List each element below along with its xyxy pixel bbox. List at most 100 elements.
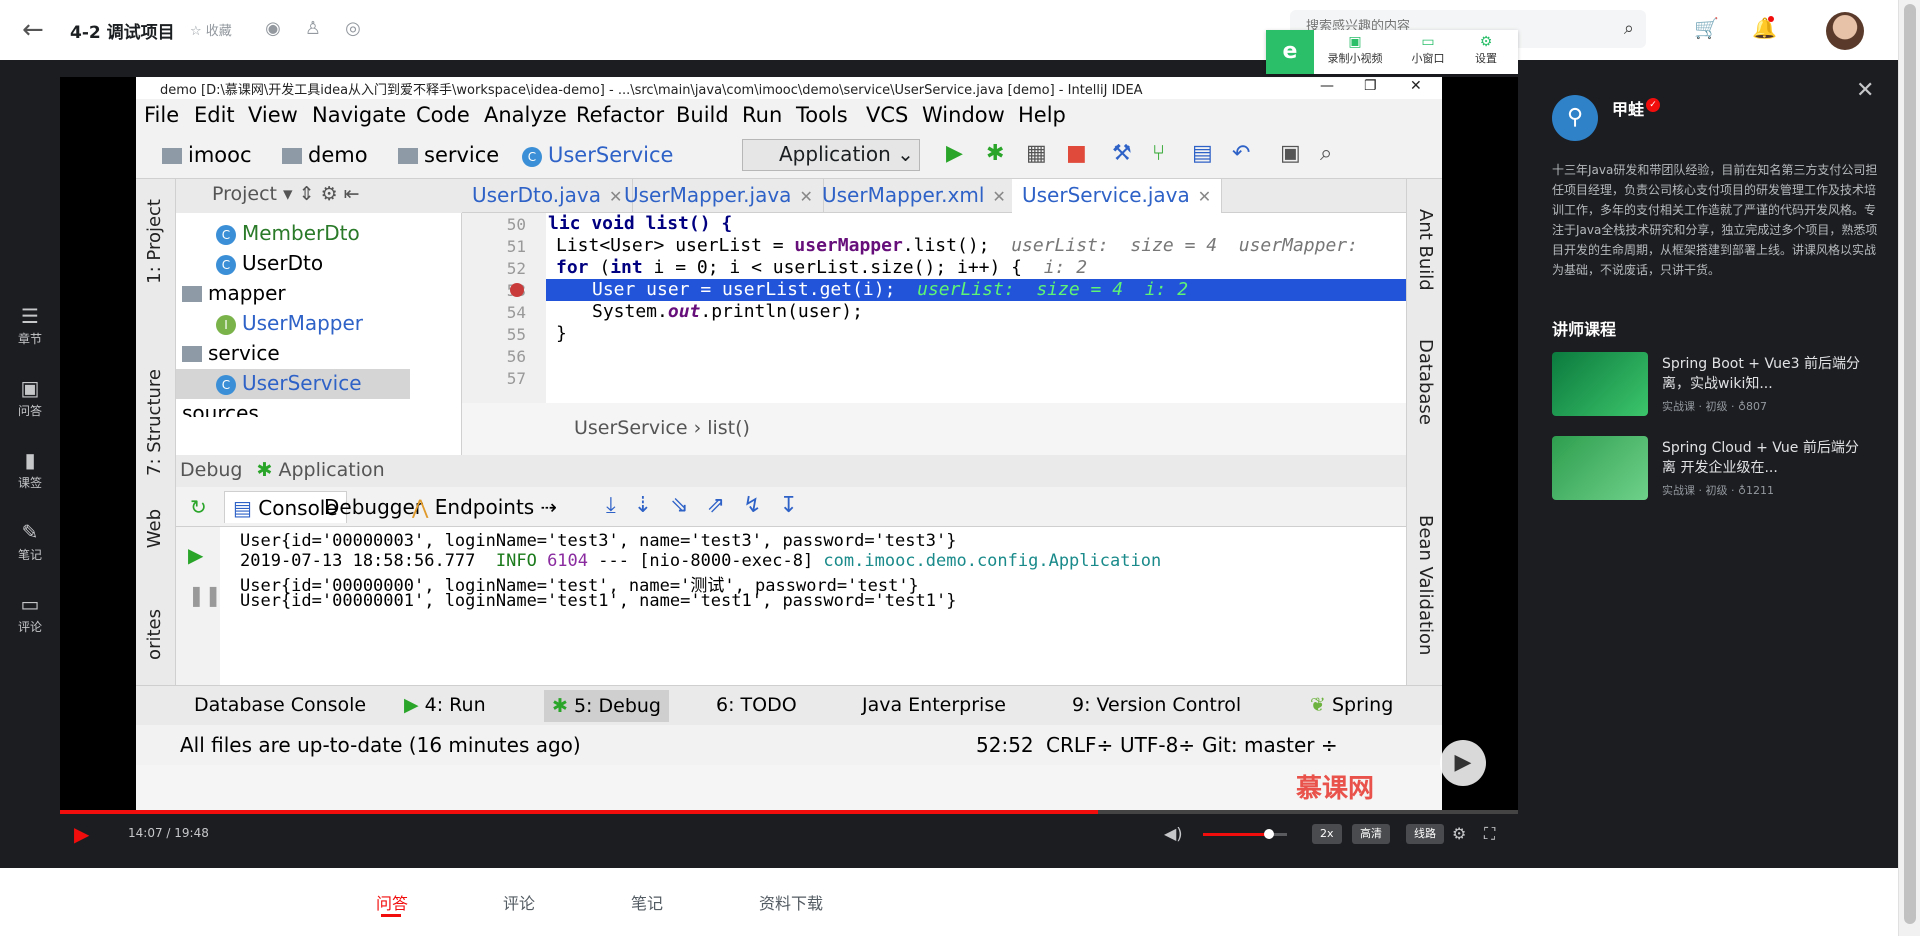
volume-fill: [1203, 833, 1269, 836]
interface-icon: I: [216, 315, 236, 335]
pause-icon: ❚❚: [188, 583, 222, 607]
tool-database: Database: [1415, 339, 1436, 425]
crumb-imooc: imooc: [162, 143, 252, 167]
sidebar-close-icon[interactable]: ✕: [1856, 78, 1874, 103]
rail-label: 课签: [17, 476, 42, 490]
menu-run: Run: [742, 103, 783, 127]
tool-debug: ✱ 5: Debug: [544, 690, 669, 722]
code-line-50: lic void list() {: [548, 213, 732, 234]
user-avatar[interactable]: [1826, 12, 1864, 50]
settings-icon[interactable]: ⚙: [1452, 824, 1466, 843]
scroll-thumb[interactable]: [1904, 4, 1916, 924]
left-rail: ☰ 章节 ▣ 问答 ▮ 课签 ✎ 笔记 ▭ 评论: [0, 60, 60, 868]
weibo-share-icon[interactable]: ◎: [342, 18, 364, 40]
layout-icon: ▣: [1280, 141, 1301, 166]
line-number: 54: [506, 303, 526, 322]
volume-knob[interactable]: [1263, 829, 1274, 839]
rail-label: 章节: [17, 332, 42, 346]
course-card[interactable]: Spring Cloud + Vue 前后端分离 开发企业级在... 实战课 ·…: [1552, 436, 1878, 500]
course-card[interactable]: Spring Boot + Vue3 前后端分离，实战wiki知... 实战课 …: [1552, 352, 1878, 416]
tab-endpoints: ⋀ Endpoints ⇢: [412, 495, 558, 519]
rail-bookmarks[interactable]: ▮ 课签: [0, 448, 60, 491]
recorder-logo-icon: e: [1266, 30, 1314, 74]
rail-chapters[interactable]: ☰ 章节: [0, 304, 60, 347]
volume-icon[interactable]: ◀): [1164, 824, 1183, 843]
record-video-button[interactable]: ▣ 录制小视频: [1322, 34, 1388, 66]
console-output: User{id='00000003', loginName='test3', n…: [220, 527, 1406, 685]
volume-slider[interactable]: [1203, 829, 1287, 839]
lesson-title: 4-2 调试项目: [70, 23, 175, 43]
debug-icon: ✱: [986, 141, 1005, 166]
fullscreen-icon[interactable]: ⛶: [1484, 824, 1495, 844]
rail-comments[interactable]: ▭ 评论: [0, 592, 60, 635]
menu-window: Window: [922, 103, 1005, 127]
line-button[interactable]: 线路: [1406, 824, 1444, 844]
cursor-position: 52:52: [976, 733, 1034, 757]
debug-label: Debug: [180, 459, 243, 481]
debug-config-label: Application: [278, 459, 385, 481]
tab-qa[interactable]: 问答: [376, 890, 408, 914]
folder-icon: [282, 148, 302, 164]
quality-button[interactable]: 高清: [1352, 824, 1390, 844]
cart-icon[interactable]: 🛒: [1694, 16, 1719, 40]
tab-comments[interactable]: 评论: [503, 890, 535, 914]
imooc-watermark: 慕课网: [1296, 774, 1375, 804]
menu-view: View: [248, 103, 298, 127]
code-line-53: User user = userList.get(i); userList: s…: [592, 279, 1188, 300]
speed-button[interactable]: 2x: [1312, 824, 1342, 844]
line-number: 57: [506, 369, 526, 388]
inline-debug-hint: i: 2: [1043, 257, 1088, 278]
verified-badge-icon: ✓: [1646, 98, 1660, 112]
mini-window-button[interactable]: ▭ 小窗口: [1404, 34, 1452, 66]
search-icon[interactable]: ⌕: [1624, 18, 1634, 39]
debug-icon: ✱: [552, 695, 574, 717]
menu-file: File: [144, 103, 180, 127]
top-bar: ← 4-2 调试项目 ☆ 收藏 ◉ ♙ ◎ ⌕ 🛒 🔔: [0, 0, 1920, 60]
wechat-share-icon[interactable]: ◉: [262, 18, 284, 40]
back-arrow-icon[interactable]: ←: [22, 16, 50, 44]
tool-bean-validation: Bean Validation: [1415, 515, 1436, 656]
tab-label: UserService.java: [1022, 183, 1190, 207]
structure-icon: ▤: [1192, 141, 1213, 166]
class-icon: C: [216, 225, 236, 245]
class-icon: C: [216, 255, 236, 275]
rail-label: 笔记: [17, 548, 42, 562]
console-line: User{id='00000001', loginName='test1', n…: [240, 591, 957, 611]
tab-notes[interactable]: 笔记: [631, 890, 663, 914]
active-tab-underline: [381, 914, 401, 917]
rail-notes[interactable]: ✎ 笔记: [0, 520, 60, 563]
log-time: 2019-07-13 18:58:56.777: [240, 551, 496, 571]
qq-share-icon[interactable]: ♙: [302, 18, 324, 40]
course-thumbnail: [1552, 436, 1648, 500]
tool-todo: 6: TODO: [716, 694, 797, 716]
code-text: .println(user);: [700, 301, 863, 322]
teacher-name[interactable]: 甲蛙: [1612, 96, 1644, 120]
page-scrollbar[interactable]: [1898, 0, 1920, 936]
tree-memberdto: C MemberDto: [216, 221, 360, 245]
teacher-description: 十三年Java研发和带团队经验，目前在知名第三方支付公司担任项目经理，负责公司核…: [1552, 163, 1878, 277]
menu-navigate: Navigate: [312, 103, 407, 127]
tab-userdto: UserDto.java ✕: [462, 179, 634, 213]
code-text: .list();: [902, 235, 990, 256]
play-icon[interactable]: ▶: [74, 822, 89, 846]
crumb-label: service: [424, 143, 500, 167]
build-icon: ⚒: [1112, 141, 1132, 166]
collect-button[interactable]: ☆ 收藏: [190, 20, 232, 39]
menu-build: Build: [676, 103, 729, 127]
play-overlay-button[interactable]: ▶: [1440, 740, 1486, 786]
ide-status-bar: All files are up-to-date (16 minutes ago…: [136, 725, 1442, 765]
tool-version-control: 9: Version Control: [1072, 694, 1242, 716]
project-label: Project: [212, 183, 278, 205]
rail-qa[interactable]: ▣ 问答: [0, 376, 60, 419]
run-icon: ▶: [946, 141, 963, 166]
tab-label: UserMapper.xml: [822, 183, 985, 207]
coverage-icon: ▦: [1026, 141, 1047, 166]
log-thread: --- [nio-8000-exec-8]: [588, 551, 824, 571]
code-line-51: List<User> userList = userMapper.list();…: [556, 235, 1358, 256]
ext-settings-button[interactable]: ⚙ 设置: [1466, 34, 1506, 66]
tool-run: ▶ 4: Run: [404, 694, 486, 716]
code-text: lic void list() {: [548, 213, 733, 234]
teacher-avatar[interactable]: ⚲: [1552, 95, 1598, 141]
line-number: 56: [506, 347, 526, 366]
tab-downloads[interactable]: 资料下载: [759, 890, 823, 914]
